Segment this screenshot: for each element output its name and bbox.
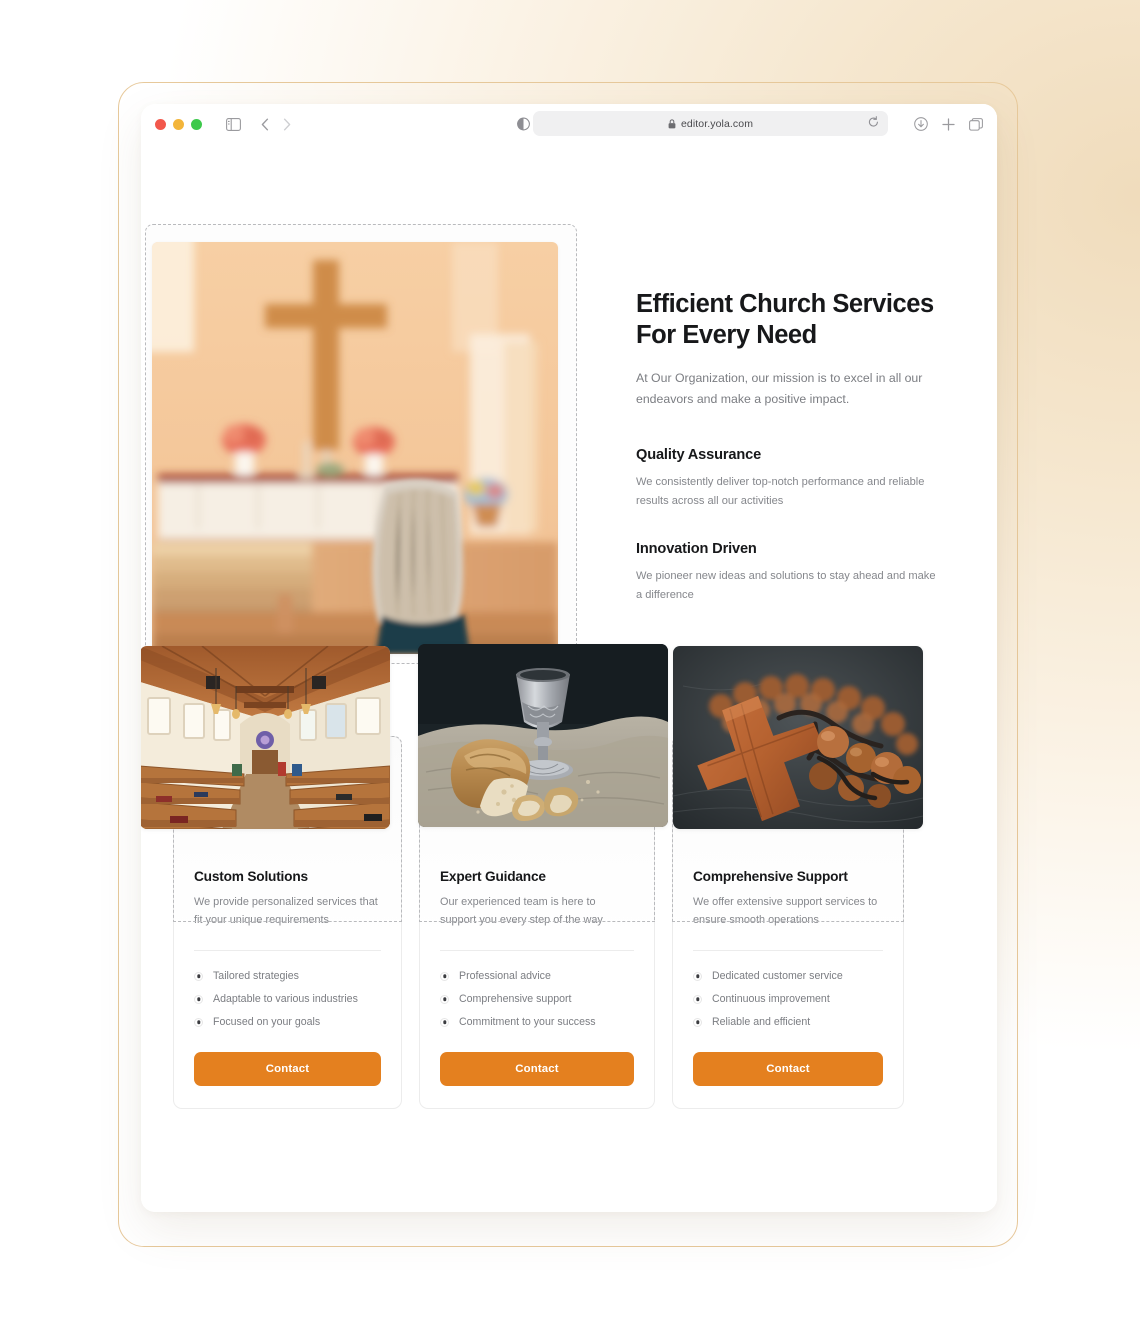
bullet-icon xyxy=(440,994,449,1004)
tab-overview-icon[interactable] xyxy=(969,117,983,131)
list-item: Adaptable to various industries xyxy=(194,988,381,1011)
list-item: Commitment to your success xyxy=(440,1011,634,1034)
list-item: Focused on your goals xyxy=(194,1011,381,1034)
hero-subtitle: At Our Organization, our mission is to e… xyxy=(636,371,923,407)
chevron-left-icon[interactable] xyxy=(261,118,269,131)
list-item-label: Dedicated customer service xyxy=(712,970,843,983)
feature-block-quality-assurance: Quality Assurance We consistently delive… xyxy=(636,447,936,511)
card-feature-list: Dedicated customer service Continuous im… xyxy=(693,965,883,1034)
hero-section: Efficient Church Services For Every Need… xyxy=(141,144,997,664)
communion-bread-chalice-illustration xyxy=(418,644,668,827)
list-item: Continuous improvement xyxy=(693,988,883,1011)
list-item: Comprehensive support xyxy=(440,988,634,1011)
card-image[interactable] xyxy=(673,646,923,829)
feature-block-innovation-driven: Innovation Driven We pioneer new ideas a… xyxy=(636,541,936,605)
window-traffic-lights[interactable] xyxy=(155,118,202,130)
sidebar-toggle-icon[interactable] xyxy=(226,117,241,131)
list-item: Tailored strategies xyxy=(194,965,381,988)
bullet-icon xyxy=(194,1017,203,1027)
reader-view-icon[interactable] xyxy=(517,117,530,131)
feature-description: We consistently deliver top-notch perfor… xyxy=(636,475,925,507)
service-card[interactable]: Comprehensive Support We offer extensive… xyxy=(672,646,923,1109)
card-title: Expert Guidance xyxy=(440,869,546,884)
list-item: Reliable and efficient xyxy=(693,1011,883,1034)
minimize-window-button[interactable] xyxy=(173,118,184,130)
feature-title: Innovation Driven xyxy=(636,540,757,557)
rosary-cross-illustration xyxy=(673,646,923,829)
bullet-icon xyxy=(693,994,702,1004)
card-title: Custom Solutions xyxy=(194,869,308,884)
plus-icon[interactable] xyxy=(942,117,955,131)
downloads-icon[interactable] xyxy=(914,117,928,131)
list-item-label: Professional advice xyxy=(459,970,551,983)
service-card[interactable]: Custom Solutions We provide personalized… xyxy=(141,646,402,1109)
card-image[interactable] xyxy=(141,646,390,829)
hero-image[interactable] xyxy=(152,242,558,654)
list-item-label: Focused on your goals xyxy=(213,1016,321,1029)
card-description: Our experienced team is here to support … xyxy=(440,896,603,927)
card-feature-list: Professional advice Comprehensive suppor… xyxy=(440,965,634,1034)
divider xyxy=(194,949,381,951)
close-window-button[interactable] xyxy=(155,118,166,130)
reload-icon[interactable] xyxy=(868,115,879,133)
card-description: We offer extensive support services to e… xyxy=(693,896,878,927)
url-text: editor.yola.com xyxy=(680,117,754,130)
card-description: We provide personalized services that fi… xyxy=(194,896,378,927)
feature-description: We pioneer new ideas and solutions to st… xyxy=(636,569,936,601)
page-title: Efficient Church Services For Every Need xyxy=(636,290,934,350)
site-preview-canvas: Efficient Church Services For Every Need… xyxy=(141,144,997,1212)
church-nave-illustration xyxy=(141,646,390,829)
contact-button[interactable]: Contact xyxy=(194,1051,381,1086)
church-altar-illustration xyxy=(152,242,558,654)
bullet-icon xyxy=(194,971,203,981)
divider xyxy=(440,949,634,951)
navigation-arrows[interactable] xyxy=(261,118,291,131)
list-item: Professional advice xyxy=(440,965,634,988)
url-bar[interactable]: editor.yola.com xyxy=(533,111,888,136)
service-cards-row: Custom Solutions We provide personalized… xyxy=(141,644,965,1109)
list-item-label: Reliable and efficient xyxy=(712,1016,811,1029)
list-item-label: Continuous improvement xyxy=(712,993,830,1006)
browser-toolbar: editor.yola.com xyxy=(141,104,997,144)
divider xyxy=(693,949,883,951)
list-item: Dedicated customer service xyxy=(693,965,883,988)
browser-window: editor.yola.com Efficient Church Service… xyxy=(141,104,997,1212)
list-item-label: Commitment to your success xyxy=(459,1016,596,1029)
bullet-icon xyxy=(693,1017,702,1027)
card-title: Comprehensive Support xyxy=(693,869,848,884)
hero-text-block: Efficient Church Services For Every Need… xyxy=(636,289,936,605)
list-item-label: Comprehensive support xyxy=(459,993,572,1006)
zoom-window-button[interactable] xyxy=(191,118,202,130)
list-item-label: Adaptable to various industries xyxy=(213,993,358,1006)
chevron-right-icon xyxy=(283,118,291,131)
card-image[interactable] xyxy=(418,644,668,827)
contact-button[interactable]: Contact xyxy=(440,1051,634,1086)
list-item-label: Tailored strategies xyxy=(213,970,299,983)
feature-title: Quality Assurance xyxy=(636,446,762,463)
card-feature-list: Tailored strategies Adaptable to various… xyxy=(194,965,381,1034)
service-card[interactable]: Expert Guidance Our experienced team is … xyxy=(418,644,668,1109)
toolbar-right-group xyxy=(914,117,983,131)
bullet-icon xyxy=(693,971,702,981)
bullet-icon xyxy=(440,971,449,981)
bullet-icon xyxy=(194,994,203,1004)
contact-button[interactable]: Contact xyxy=(693,1051,883,1086)
lock-icon xyxy=(668,118,676,129)
bullet-icon xyxy=(440,1017,449,1027)
